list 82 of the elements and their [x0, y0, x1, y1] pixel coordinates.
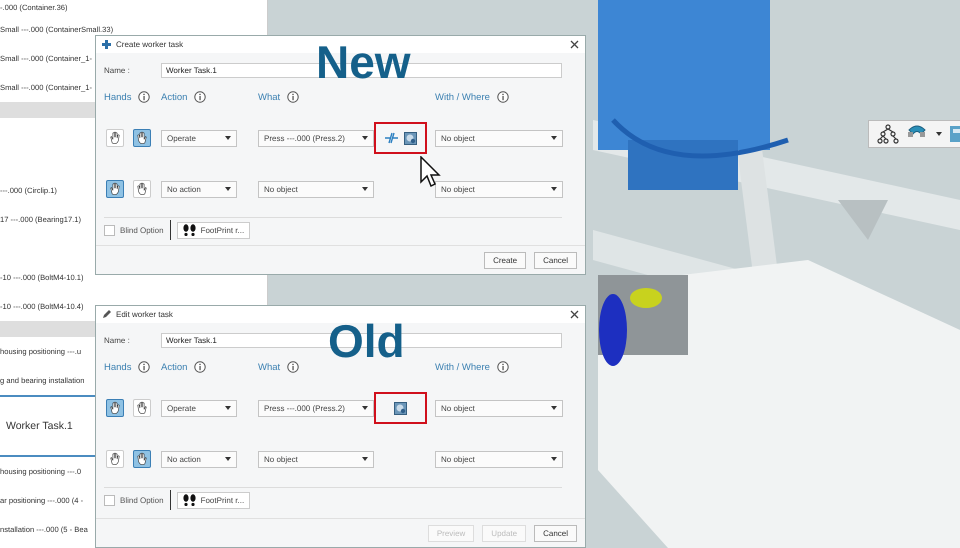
footprint-icon [182, 224, 196, 236]
column-header: What [258, 362, 280, 372]
action-dropdown[interactable]: Operate [161, 130, 237, 146]
split-icon[interactable] [384, 132, 398, 144]
caret-icon [225, 136, 231, 140]
footprint-button[interactable]: FootPrint r... [176, 492, 250, 508]
caret-icon [362, 406, 368, 410]
info-icon[interactable] [287, 361, 300, 373]
hand-icon [135, 131, 149, 145]
info-icon[interactable] [496, 91, 509, 103]
caret-icon [551, 187, 557, 191]
dialog-button[interactable]: Create [484, 252, 526, 268]
hand-button[interactable] [133, 450, 151, 468]
column-header: Action [161, 362, 188, 372]
target-dropdown[interactable]: No object [435, 180, 563, 198]
caret-icon [362, 457, 368, 461]
object-dropdown[interactable]: No object [258, 450, 374, 468]
close-icon[interactable] [570, 40, 579, 49]
dialog-title: Create worker task [116, 40, 184, 49]
footprint-button[interactable]: FootPrint r... [176, 222, 250, 238]
hand-button[interactable] [106, 399, 124, 417]
name-label: Name : [104, 336, 131, 344]
plus-icon [102, 40, 111, 49]
name-label: Name : [104, 66, 131, 74]
hand-button[interactable] [106, 129, 124, 147]
info-icon[interactable] [496, 361, 509, 373]
hand-icon [108, 131, 122, 145]
info-icon[interactable] [194, 361, 206, 373]
caret-icon [362, 187, 368, 191]
hand-icon [135, 182, 149, 196]
info-icon[interactable] [287, 91, 300, 103]
action-dropdown[interactable]: Operate [161, 400, 237, 416]
action-dropdown[interactable]: No action [161, 180, 237, 198]
tool-icon[interactable] [949, 124, 960, 144]
object-dropdown[interactable]: No object [258, 180, 374, 198]
info-icon[interactable] [194, 91, 206, 103]
checkbox-label: Blind Option [120, 226, 164, 234]
dialog-title: Edit worker task [116, 310, 174, 319]
hand-icon [108, 401, 122, 415]
column-header: What [258, 92, 280, 102]
target-dropdown[interactable]: No object [435, 400, 563, 416]
caret-icon [362, 136, 368, 140]
caret-icon [551, 406, 557, 410]
hierarchy-icon[interactable] [877, 124, 899, 144]
pencil-icon [102, 310, 111, 319]
hand-icon [108, 452, 122, 466]
caret-icon [225, 406, 231, 410]
target-dropdown[interactable]: No object [435, 450, 563, 468]
part-icon[interactable] [404, 132, 416, 144]
close-icon[interactable] [570, 310, 579, 319]
object-dropdown[interactable]: Press ---.000 (Press.2) [258, 400, 374, 416]
hand-button[interactable] [133, 180, 151, 198]
column-header: Hands [104, 362, 132, 372]
hand-button[interactable] [106, 450, 124, 468]
caret-icon [551, 457, 557, 461]
footprint-icon [182, 494, 196, 506]
dialog-button[interactable]: Cancel [534, 252, 577, 268]
cursor-icon [420, 156, 442, 188]
hand-button[interactable] [106, 180, 124, 198]
part-icon[interactable] [394, 402, 407, 414]
info-icon[interactable] [138, 91, 150, 103]
target-dropdown[interactable]: No object [435, 130, 563, 146]
caret-icon [225, 457, 231, 461]
column-header: Action [161, 92, 188, 102]
hand-icon [108, 182, 122, 196]
checkbox[interactable] [104, 224, 115, 236]
info-icon[interactable] [138, 361, 150, 373]
caret-icon [551, 136, 557, 140]
hand-icon [135, 452, 149, 466]
checkbox[interactable] [104, 494, 115, 506]
hand-button[interactable] [133, 399, 151, 417]
column-header: Hands [104, 92, 132, 102]
checkbox-label: Blind Option [120, 496, 164, 504]
object-dropdown[interactable]: Press ---.000 (Press.2) [258, 130, 374, 146]
column-header: With / Where [435, 92, 490, 102]
column-header: With / Where [435, 362, 490, 372]
dialog-button[interactable]: Cancel [534, 524, 577, 542]
hand-button[interactable] [133, 129, 151, 147]
hand-icon [135, 401, 149, 415]
action-dropdown[interactable]: No action [161, 450, 237, 468]
caret-icon[interactable] [935, 131, 943, 137]
caret-icon [225, 187, 231, 191]
